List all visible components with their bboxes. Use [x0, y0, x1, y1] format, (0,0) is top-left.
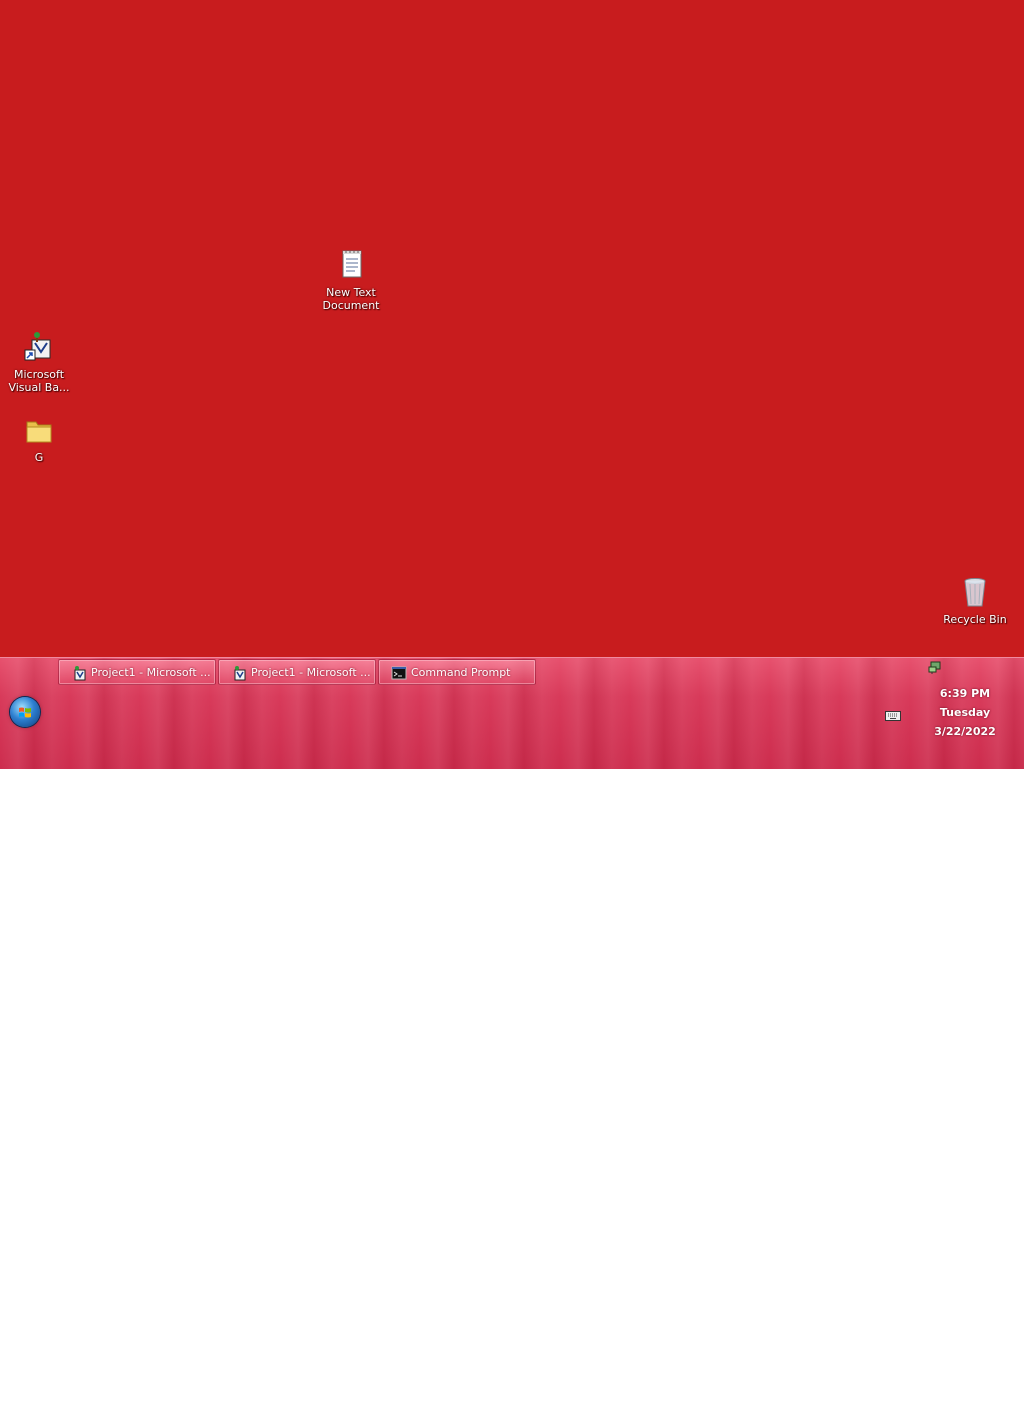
taskbar-button-label: Project1 - Microsoft ...	[91, 666, 211, 679]
clock-date[interactable]: 3/22/2022	[920, 725, 1010, 738]
network-icon[interactable]	[927, 659, 943, 675]
visual-basic-shortcut-icon	[21, 330, 57, 366]
desktop-icon-label: Microsoft Visual Ba...	[8, 368, 70, 394]
desktop-icon-label: G	[34, 451, 44, 464]
desktop-icon-new-text-document[interactable]: New Text Document	[313, 248, 389, 312]
folder-icon	[21, 413, 57, 449]
desktop-icon-label: Recycle Bin	[943, 613, 1007, 626]
taskbar-button-command-prompt[interactable]: Command Prompt	[378, 659, 536, 685]
desktop: New Text Document Microsoft Visual Ba...…	[0, 0, 1024, 657]
notepad-icon	[333, 248, 369, 284]
desktop-icon-recycle-bin[interactable]: Recycle Bin	[937, 575, 1013, 626]
windows-logo-icon	[18, 705, 32, 719]
visual-basic-icon	[231, 665, 247, 681]
desktop-icon-g-folder[interactable]: G	[1, 413, 77, 464]
start-button[interactable]	[10, 697, 40, 727]
taskbar-edge	[1016, 1316, 1022, 1426]
taskbar-button-label: Project1 - Microsoft ...	[251, 666, 371, 679]
taskbar-button-label: Command Prompt	[411, 666, 511, 679]
taskbar-button-project1-1[interactable]: Project1 - Microsoft ...	[58, 659, 216, 685]
taskbar: Project1 - Microsoft ... Project1 - Micr…	[0, 657, 1024, 1426]
keyboard-icon[interactable]	[885, 707, 901, 721]
visual-basic-icon	[71, 665, 87, 681]
desktop-icon-label: New Text Document	[322, 286, 380, 312]
clock-time[interactable]: 6:39 PM	[920, 687, 1010, 700]
clock-day[interactable]: Tuesday	[920, 706, 1010, 719]
taskbar-button-project1-2[interactable]: Project1 - Microsoft ...	[218, 659, 376, 685]
recycle-bin-icon	[957, 575, 993, 611]
desktop-icon-visual-basic[interactable]: Microsoft Visual Ba...	[1, 330, 77, 394]
command-prompt-icon	[391, 665, 407, 681]
